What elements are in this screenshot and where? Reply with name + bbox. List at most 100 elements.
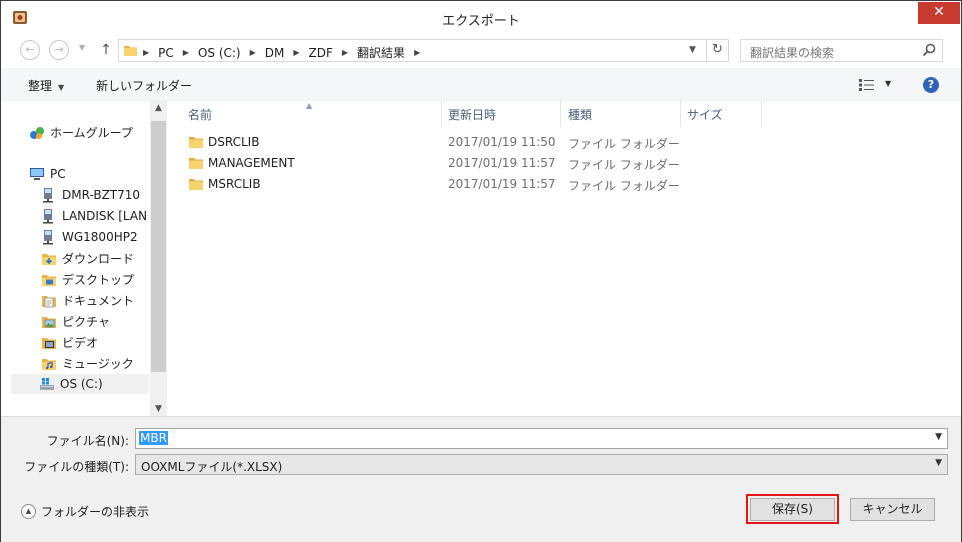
file-name: MSRCLIB: [208, 177, 261, 191]
toolbar: 整理 ▼ 新しいフォルダー ▼ ?: [1, 68, 961, 101]
sidebar-item-pc[interactable]: PC: [29, 166, 66, 182]
search-placeholder: 翻訳結果の検索: [750, 46, 835, 60]
save-button[interactable]: 保存(S): [750, 498, 835, 521]
breadcrumb-translation-results[interactable]: 翻訳結果: [357, 44, 405, 61]
back-button[interactable]: ←: [20, 40, 40, 60]
sort-ascending-icon: ▲: [306, 101, 313, 110]
file-date: 2017/01/19 11:57: [448, 177, 556, 191]
folder-icon: [124, 46, 137, 56]
chevron-right-icon[interactable]: ▶: [143, 48, 149, 57]
breadcrumb-dm[interactable]: DM: [265, 46, 285, 60]
sidebar-item-dmr-bzt710[interactable]: DMR-BZT710: [41, 187, 140, 203]
file-type: ファイル フォルダー: [568, 137, 680, 151]
search-icon[interactable]: [922, 43, 936, 57]
filename-input[interactable]: MBR ▼: [135, 428, 948, 449]
network-drive-icon: [43, 209, 53, 224]
sidebar-item-homegroup[interactable]: ホームグループ: [29, 124, 133, 141]
table-row[interactable]: MANAGEMENT 2017/01/19 11:57 ファイル フォルダー: [168, 153, 961, 174]
filename-value: MBR: [139, 431, 168, 445]
column-header-modified[interactable]: 更新日時: [448, 106, 496, 123]
up-button[interactable]: ↑: [99, 41, 113, 59]
column-header-type[interactable]: 種類: [568, 106, 592, 123]
column-divider[interactable]: [680, 101, 681, 127]
breadcrumb-os-c[interactable]: OS (C:): [198, 46, 241, 60]
chevron-right-icon[interactable]: ▶: [414, 48, 420, 57]
documents-folder-icon: [42, 295, 56, 307]
column-header-size[interactable]: サイズ: [687, 106, 723, 123]
sidebar-item-label: ダウンロード: [62, 252, 135, 266]
chevron-down-icon[interactable]: ▼: [885, 79, 891, 88]
chevron-right-icon[interactable]: ▶: [250, 48, 256, 57]
sidebar-item-label: WG1800HP2: [62, 230, 138, 244]
computer-icon: [30, 168, 44, 180]
sidebar-item-videos[interactable]: ビデオ: [41, 334, 98, 351]
sidebar-item-label: ドキュメント: [62, 294, 135, 308]
organize-label: 整理: [28, 79, 53, 93]
forward-button[interactable]: →: [49, 40, 69, 60]
drive-icon: [40, 378, 54, 390]
filetype-value: OOXMLファイル(*.XLSX): [141, 460, 283, 474]
table-row[interactable]: DSRCLIB 2017/01/19 11:50 ファイル フォルダー: [168, 132, 961, 153]
folder-icon: [189, 158, 203, 169]
view-options-icon[interactable]: [859, 79, 875, 91]
filename-label: ファイル名(N):: [46, 434, 129, 448]
organize-button[interactable]: 整理 ▼: [28, 77, 64, 94]
sidebar-item-label: ミュージック: [62, 357, 134, 371]
export-dialog: エクスポート ✕ ← → ▼ ↑ ▶ PC ▶ OS (C:) ▶ DM ▶ Z…: [0, 0, 962, 542]
address-row: ← → ▼ ↑ ▶ PC ▶ OS (C:) ▶ DM ▶ ZDF ▶ 翻訳結果…: [1, 34, 961, 66]
cancel-button[interactable]: キャンセル: [850, 498, 935, 521]
chevron-up-icon: ▲: [21, 504, 36, 519]
column-divider[interactable]: [441, 101, 442, 127]
help-icon[interactable]: ?: [923, 77, 939, 93]
column-divider[interactable]: [761, 101, 762, 127]
sidebar-item-label: DMR-BZT710: [62, 188, 141, 202]
network-drive-icon: [43, 188, 53, 203]
save-options-panel: ファイル名(N): MBR ▼ ファイルの種類(T): OOXMLファイル(*.…: [1, 416, 961, 542]
file-date: 2017/01/19 11:50: [448, 135, 556, 149]
chevron-down-icon[interactable]: ▼: [935, 458, 942, 468]
chevron-down-icon[interactable]: ▼: [689, 45, 696, 55]
refresh-button[interactable]: ↻: [706, 40, 728, 61]
downloads-folder-icon: [42, 253, 56, 265]
table-row[interactable]: MSRCLIB 2017/01/19 11:57 ファイル フォルダー: [168, 174, 961, 195]
filetype-label: ファイルの種類(T):: [24, 460, 129, 474]
sidebar-item-documents[interactable]: ドキュメント: [41, 292, 134, 309]
pictures-folder-icon: [42, 316, 56, 328]
sidebar-item-pictures[interactable]: ピクチャ: [41, 313, 110, 330]
address-bar[interactable]: ▶ PC ▶ OS (C:) ▶ DM ▶ ZDF ▶ 翻訳結果 ▶ ▼ ↻: [118, 39, 729, 62]
chevron-right-icon[interactable]: ▶: [183, 48, 189, 57]
column-header-name[interactable]: 名前: [188, 106, 212, 123]
file-name: MANAGEMENT: [208, 156, 295, 170]
breadcrumb: ▶ PC ▶ OS (C:) ▶ DM ▶ ZDF ▶ 翻訳結果 ▶: [143, 44, 429, 61]
search-box[interactable]: 翻訳結果の検索: [740, 39, 943, 62]
music-folder-icon: [42, 358, 56, 370]
window-title: エクスポート: [442, 14, 520, 29]
chevron-right-icon[interactable]: ▶: [293, 48, 299, 57]
chevron-down-icon[interactable]: ▼: [935, 432, 942, 442]
sidebar-item-landisk[interactable]: LANDISK [LAN: [41, 208, 147, 224]
new-folder-button[interactable]: 新しいフォルダー: [96, 77, 192, 94]
sidebar-item-os-c[interactable]: OS (C:): [11, 374, 149, 394]
breadcrumb-pc[interactable]: PC: [158, 46, 174, 60]
file-name: DSRCLIB: [208, 135, 260, 149]
scroll-down-icon[interactable]: ▼: [150, 404, 167, 414]
sidebar-item-desktop[interactable]: デスクトップ: [41, 271, 134, 288]
sidebar-item-music[interactable]: ミュージック: [41, 355, 134, 372]
recent-locations-dropdown-icon[interactable]: ▼: [79, 43, 85, 52]
sidebar-item-downloads[interactable]: ダウンロード: [41, 250, 134, 267]
hide-folders-button[interactable]: ▲ フォルダーの非表示: [21, 503, 149, 520]
sidebar-item-label: OS (C:): [60, 377, 103, 391]
navigation-scrollbar[interactable]: ▲ ▼: [150, 101, 167, 416]
column-divider[interactable]: [560, 101, 561, 127]
sidebar-item-label: デスクトップ: [62, 273, 135, 287]
filetype-select[interactable]: OOXMLファイル(*.XLSX) ▼: [135, 454, 948, 475]
breadcrumb-zdf[interactable]: ZDF: [309, 46, 333, 60]
title-bar: エクスポート ✕: [1, 1, 961, 34]
chevron-right-icon[interactable]: ▶: [342, 48, 348, 57]
scrollbar-thumb[interactable]: [151, 121, 166, 372]
desktop-folder-icon: [42, 274, 56, 286]
sidebar-item-wg1800hp2[interactable]: WG1800HP2: [41, 229, 138, 245]
scroll-up-icon[interactable]: ▲: [150, 103, 167, 113]
close-button[interactable]: ✕: [918, 2, 960, 24]
folder-icon: [189, 137, 203, 148]
